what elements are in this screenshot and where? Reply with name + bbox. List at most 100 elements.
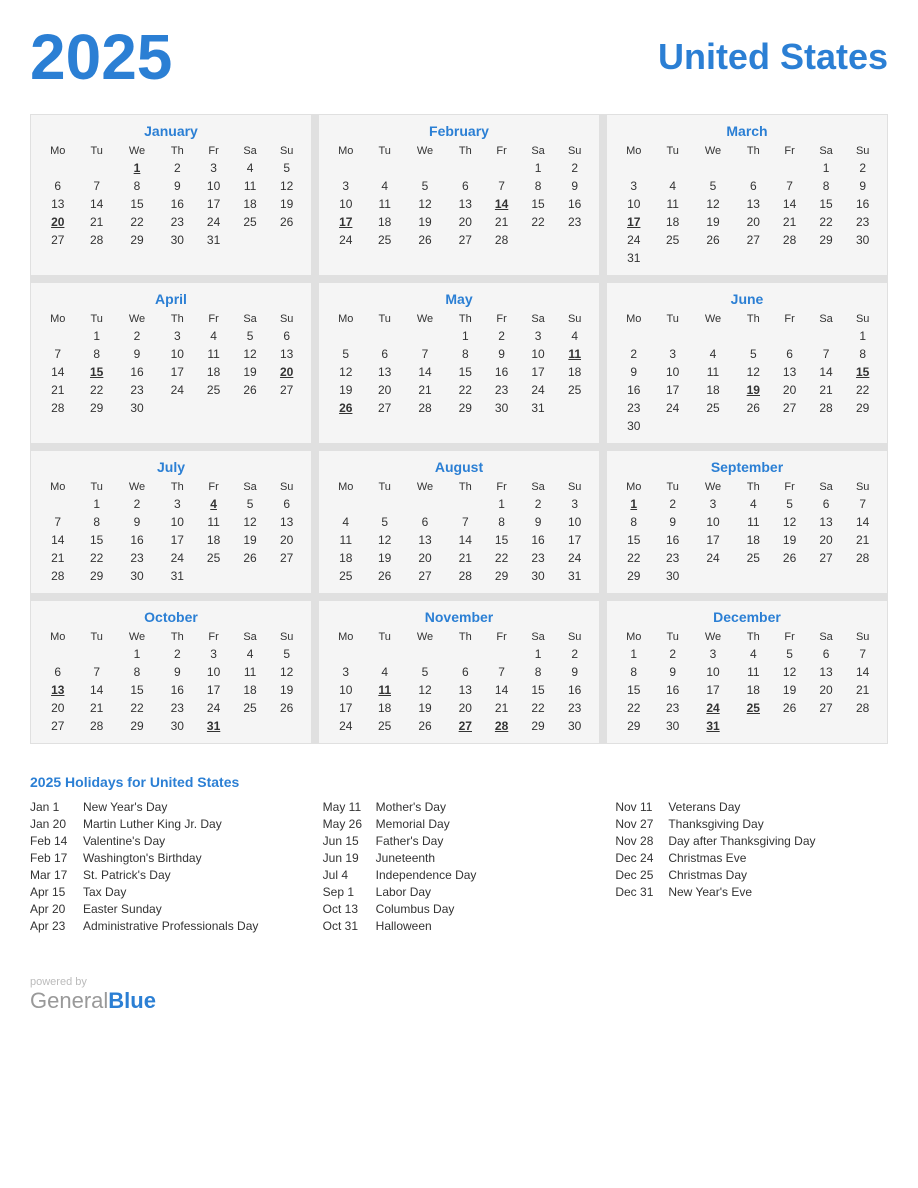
table-row: 891011121314 [613, 663, 881, 681]
day-cell [556, 399, 593, 417]
day-cell [268, 717, 305, 735]
day-cell: 31 [556, 567, 593, 585]
day-cell [691, 159, 735, 177]
day-cell: 11 [735, 663, 771, 681]
day-header: Th [447, 479, 483, 495]
table-row: 12 [325, 645, 593, 663]
day-cell [735, 327, 771, 345]
table-row: 2930 [613, 567, 881, 585]
day-cell: 10 [325, 681, 367, 699]
month-box-march: MarchMoTuWeThFrSaSu123456789101112131415… [607, 115, 887, 275]
month-box-may: MayMoTuWeThFrSaSu12345678910111213141516… [319, 283, 599, 443]
table-row: 2728293031 [37, 231, 305, 249]
day-cell: 5 [403, 177, 447, 195]
day-cell: 14 [37, 363, 79, 381]
holiday-row: Dec 31New Year's Eve [615, 885, 888, 899]
month-table: MoTuWeThFrSaSu12345678910111213141516171… [325, 143, 593, 249]
brand-general: General [30, 988, 108, 1013]
table-row: 293031 [613, 717, 881, 735]
day-cell [232, 399, 269, 417]
day-cell: 23 [159, 699, 195, 717]
month-table: MoTuWeThFrSaSu12345678910111213141516171… [37, 311, 305, 417]
day-header: Th [735, 143, 771, 159]
day-cell: 2 [159, 159, 195, 177]
day-cell: 26 [735, 399, 771, 417]
day-cell: 14 [37, 531, 79, 549]
table-row: 891011121314 [613, 513, 881, 531]
day-cell: 1 [447, 327, 483, 345]
day-cell: 10 [691, 663, 735, 681]
day-header: Tu [655, 629, 691, 645]
day-cell: 13 [447, 195, 483, 213]
month-table: MoTuWeThFrSaSu12345678910111213141516171… [37, 629, 305, 735]
day-cell: 13 [403, 531, 447, 549]
day-cell: 8 [844, 345, 881, 363]
day-cell: 4 [232, 645, 269, 663]
holiday-name: Veterans Day [668, 800, 740, 814]
day-cell: 23 [613, 399, 655, 417]
day-cell: 28 [844, 699, 881, 717]
day-cell: 13 [268, 513, 305, 531]
holiday-name: New Year's Day [83, 800, 167, 814]
month-table: MoTuWeThFrSaSu12345678910111213141516171… [325, 311, 593, 417]
holiday-row: Apr 15Tax Day [30, 885, 303, 899]
day-cell: 2 [844, 159, 881, 177]
day-cell: 14 [808, 363, 845, 381]
day-header: Th [735, 479, 771, 495]
day-cell: 27 [403, 567, 447, 585]
table-row: 262728293031 [325, 399, 593, 417]
day-cell: 16 [613, 381, 655, 399]
day-header: Su [556, 143, 593, 159]
day-cell: 3 [325, 177, 367, 195]
day-cell: 22 [613, 699, 655, 717]
day-cell: 11 [735, 513, 771, 531]
day-cell: 15 [613, 531, 655, 549]
day-cell: 11 [556, 345, 593, 363]
day-cell: 2 [655, 495, 691, 513]
day-cell [844, 717, 881, 735]
holiday-row: Jan 20Martin Luther King Jr. Day [30, 817, 303, 831]
table-row: 123456 [37, 495, 305, 513]
day-cell: 10 [325, 195, 367, 213]
holiday-date: Jan 20 [30, 817, 75, 831]
day-cell: 16 [556, 195, 593, 213]
holiday-row: Sep 1Labor Day [323, 885, 596, 899]
day-cell [844, 417, 881, 435]
holiday-row: Apr 23Administrative Professionals Day [30, 919, 303, 933]
table-row: 17181920212223 [325, 213, 593, 231]
day-cell: 15 [447, 363, 483, 381]
day-cell: 20 [367, 381, 403, 399]
calendar-grid: JanuaryMoTuWeThFrSaSu1234567891011121314… [30, 114, 888, 744]
day-header: Sa [808, 479, 845, 495]
day-cell: 29 [79, 567, 115, 585]
day-cell: 20 [808, 681, 845, 699]
day-cell [403, 327, 447, 345]
day-cell: 1 [115, 645, 159, 663]
day-cell: 16 [159, 195, 195, 213]
day-header: Tu [655, 143, 691, 159]
day-cell: 24 [325, 231, 367, 249]
day-cell: 1 [613, 495, 655, 513]
month-name: April [37, 291, 305, 307]
day-cell: 15 [520, 195, 557, 213]
holiday-row: Nov 28Day after Thanksgiving Day [615, 834, 888, 848]
month-table: MoTuWeThFrSaSu12345678910111213141516171… [613, 629, 881, 735]
day-cell: 17 [613, 213, 655, 231]
day-header: Sa [808, 629, 845, 645]
holiday-date: Oct 13 [323, 902, 368, 916]
day-cell: 7 [37, 345, 79, 363]
table-row: 2728293031 [37, 717, 305, 735]
holiday-name: Washington's Birthday [83, 851, 202, 865]
day-cell: 26 [403, 717, 447, 735]
holiday-columns: Jan 1New Year's DayJan 20Martin Luther K… [30, 800, 888, 936]
month-name: March [613, 123, 881, 139]
holiday-date: Dec 24 [615, 851, 660, 865]
holiday-row: Jun 19Juneteenth [323, 851, 596, 865]
day-cell: 14 [447, 531, 483, 549]
day-cell: 28 [483, 717, 519, 735]
table-row: 28293031 [37, 567, 305, 585]
day-cell: 27 [447, 231, 483, 249]
day-cell: 16 [483, 363, 519, 381]
month-name: June [613, 291, 881, 307]
day-cell: 27 [808, 699, 845, 717]
